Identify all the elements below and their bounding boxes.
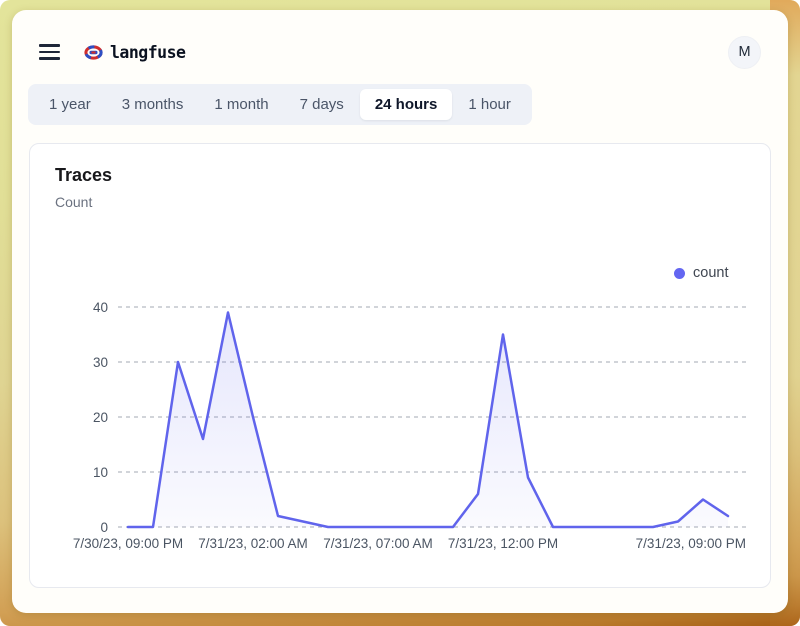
x-axis-tick: 7/31/23, 12:00 PM <box>448 536 558 551</box>
tab-1-month[interactable]: 1 month <box>199 89 283 120</box>
tab-1-year[interactable]: 1 year <box>34 89 106 120</box>
card-subtitle: Count <box>55 194 92 210</box>
hamburger-menu-icon[interactable] <box>39 44 60 59</box>
traces-card: Traces Count count 0 10 20 30 40 7/30/23, 09:… <box>29 143 771 588</box>
y-axis-tick-40: 40 <box>93 300 108 315</box>
tab-7-days[interactable]: 7 days <box>285 89 359 120</box>
traces-chart: 0 10 20 30 40 7/30/23, 09:00 PM 7/31/23, 02:00… <box>30 144 770 589</box>
app-window: langfuse M 1 year 3 months 1 month 7 day… <box>12 10 788 613</box>
gif-gradient-frame: langfuse M 1 year 3 months 1 month 7 day… <box>0 0 800 626</box>
x-axis-tick: 7/31/23, 02:00 AM <box>198 536 308 551</box>
chart-legend: count <box>674 265 728 281</box>
y-axis-tick-20: 20 <box>93 410 108 425</box>
x-axis-tick: 7/30/23, 09:00 PM <box>73 536 183 551</box>
y-axis-tick-0: 0 <box>100 520 108 535</box>
y-axis-tick-30: 30 <box>93 355 108 370</box>
user-avatar[interactable]: M <box>728 36 761 69</box>
y-axis-tick-10: 10 <box>93 465 108 480</box>
x-axis-tick: 7/31/23, 07:00 AM <box>323 536 433 551</box>
brand-name: langfuse <box>110 43 185 62</box>
tab-1-hour[interactable]: 1 hour <box>453 89 526 120</box>
time-range-row: 1 year 3 months 1 month 7 days 24 hours … <box>12 70 788 125</box>
legend-label: count <box>693 265 728 281</box>
count-area-fill <box>128 313 728 528</box>
brand[interactable]: langfuse <box>84 43 185 62</box>
tab-3-months[interactable]: 3 months <box>107 89 199 120</box>
count-line <box>128 313 728 528</box>
card-title: Traces <box>55 165 112 186</box>
langfuse-knot-logo-icon <box>84 45 103 60</box>
avatar-initial: M <box>738 44 750 60</box>
legend-dot-icon <box>674 268 685 279</box>
top-navigation-bar: langfuse M <box>12 10 788 70</box>
x-axis-tick: 7/31/23, 09:00 PM <box>636 536 746 551</box>
tab-24-hours[interactable]: 24 hours <box>360 89 453 120</box>
time-range-tabs: 1 year 3 months 1 month 7 days 24 hours … <box>28 84 532 125</box>
